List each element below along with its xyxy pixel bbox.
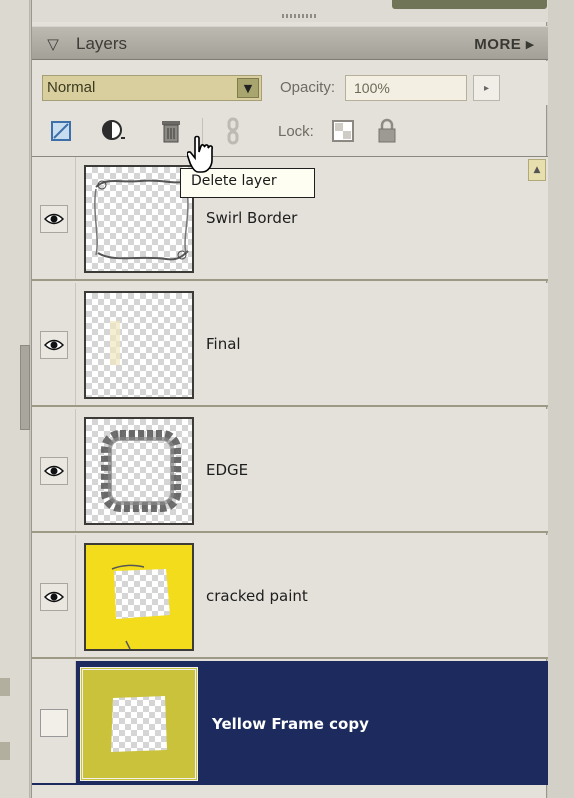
trash-icon[interactable] xyxy=(156,116,186,146)
layer-list: Swirl Border ▲ Final EDGE cracked paint … xyxy=(32,156,548,798)
visibility-cell xyxy=(32,283,76,405)
layer-name: Final xyxy=(206,335,241,353)
eye-icon[interactable] xyxy=(40,205,68,233)
edge-mark xyxy=(0,678,10,696)
left-panel-edge xyxy=(0,0,30,798)
eye-icon[interactable] xyxy=(40,331,68,359)
eye-icon[interactable] xyxy=(40,457,68,485)
layer-name: Swirl Border xyxy=(206,209,298,227)
layer-thumbnail xyxy=(80,667,198,781)
layer-thumbnail xyxy=(84,543,194,651)
visibility-cell xyxy=(32,661,76,783)
more-menu-button[interactable]: MORE ▸ xyxy=(474,35,534,53)
cursor-icon xyxy=(187,135,213,173)
new-layer-icon[interactable] xyxy=(46,116,76,146)
lock-transparency-icon[interactable] xyxy=(328,116,358,146)
blend-mode-select[interactable]: Normal ▼ xyxy=(42,75,262,101)
eye-icon[interactable] xyxy=(40,583,68,611)
resize-grip[interactable] xyxy=(282,14,316,18)
layer-name: cracked paint xyxy=(206,587,308,605)
layer-name: Yellow Frame copy xyxy=(212,715,369,733)
layer-thumbnail xyxy=(84,291,194,399)
blend-bar: Normal ▼ Opacity: 100% ▸ xyxy=(32,61,548,105)
right-panel-edge xyxy=(548,0,574,798)
layer-row[interactable]: Final xyxy=(32,283,548,407)
opacity-slider-button[interactable]: ▸ xyxy=(473,75,500,101)
panel-tab-edge xyxy=(392,0,547,9)
visibility-toggle[interactable] xyxy=(40,709,68,737)
panel-title: Layers xyxy=(76,34,128,53)
visibility-cell xyxy=(32,409,76,531)
scroll-up-button[interactable]: ▲ xyxy=(528,159,546,181)
layers-panel: ▽ Layers MORE ▸ Normal ▼ Opacity: 100% ▸… xyxy=(31,0,548,798)
adjustment-layer-icon[interactable] xyxy=(98,116,128,146)
panel-splitter[interactable] xyxy=(20,345,30,430)
link-icon[interactable] xyxy=(218,116,248,146)
layer-row[interactable]: cracked paint xyxy=(32,535,548,659)
more-label: MORE xyxy=(474,36,522,53)
collapse-triangle-icon[interactable]: ▽ xyxy=(44,35,62,53)
visibility-cell xyxy=(32,535,76,657)
opacity-label: Opacity: xyxy=(280,79,336,96)
layer-row-selected[interactable]: Yellow Frame copy xyxy=(32,661,548,785)
layer-toolbar: Lock: xyxy=(32,108,548,154)
opacity-value: 100% xyxy=(354,80,390,96)
layer-name: EDGE xyxy=(206,461,249,479)
layer-thumbnail xyxy=(84,417,194,525)
blend-mode-value: Normal xyxy=(47,79,96,96)
panel-header[interactable]: ▽ Layers MORE ▸ xyxy=(32,26,548,60)
lock-icon[interactable] xyxy=(372,116,402,146)
visibility-cell xyxy=(32,157,76,279)
chevron-down-icon[interactable]: ▼ xyxy=(237,78,259,98)
panel-top-strip xyxy=(32,0,548,22)
edge-mark xyxy=(0,742,10,760)
opacity-input[interactable]: 100% xyxy=(345,75,467,101)
lock-label: Lock: xyxy=(278,123,314,140)
layer-thumbnail xyxy=(84,165,194,273)
layer-row[interactable]: EDGE xyxy=(32,409,548,533)
